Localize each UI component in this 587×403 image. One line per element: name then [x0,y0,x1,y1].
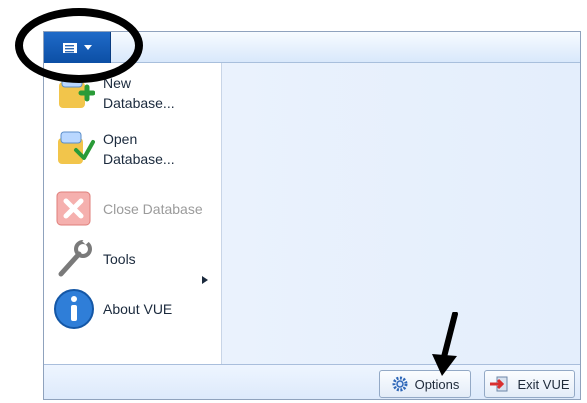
wrench-icon [58,238,92,277]
menu-icon [63,42,77,53]
recent-content-pane [222,63,580,364]
ribbon-header [44,32,580,63]
application-menu-button[interactable] [44,32,111,63]
menu-label-close-database: Close Database [103,201,203,217]
application-menu-list: New Database... Open Database... Close D… [44,63,222,364]
new-database-icon [59,75,95,108]
menu-label-new-database: New Database... [103,75,175,111]
info-icon [54,289,94,329]
caret-down-icon [84,44,92,50]
options-button-label: Options [414,376,460,392]
open-database-icon [58,131,95,164]
screenshot-stage: New Database... Open Database... Close D… [0,0,587,403]
exit-icon [490,376,508,392]
bottom-action-bar: Options Exit VUE [44,364,580,399]
menu-label-about-vue: About VUE [103,301,173,317]
gear-icon [392,376,408,392]
chevron-right-icon [202,276,208,284]
menu-label-tools: Tools [103,251,136,267]
close-database-icon [56,191,91,226]
options-button[interactable]: Options [379,370,471,398]
menu-label-open-database: Open Database... [103,131,175,167]
exit-vue-button-label: Exit VUE [517,376,570,392]
exit-vue-button[interactable]: Exit VUE [484,370,575,398]
backstage-menu-window: New Database... Open Database... Close D… [43,31,581,400]
